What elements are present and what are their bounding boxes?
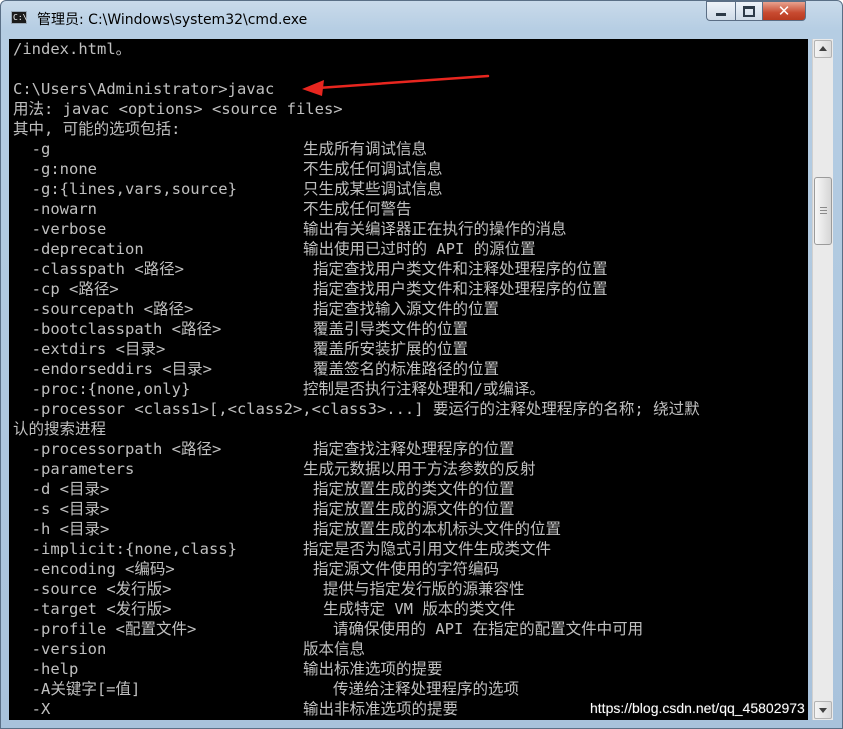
- annotation-overlay: [302, 74, 490, 96]
- watermark-text: https://blog.csdn.net/qq_45802973: [590, 700, 805, 716]
- red-arrow-icon: [302, 74, 490, 96]
